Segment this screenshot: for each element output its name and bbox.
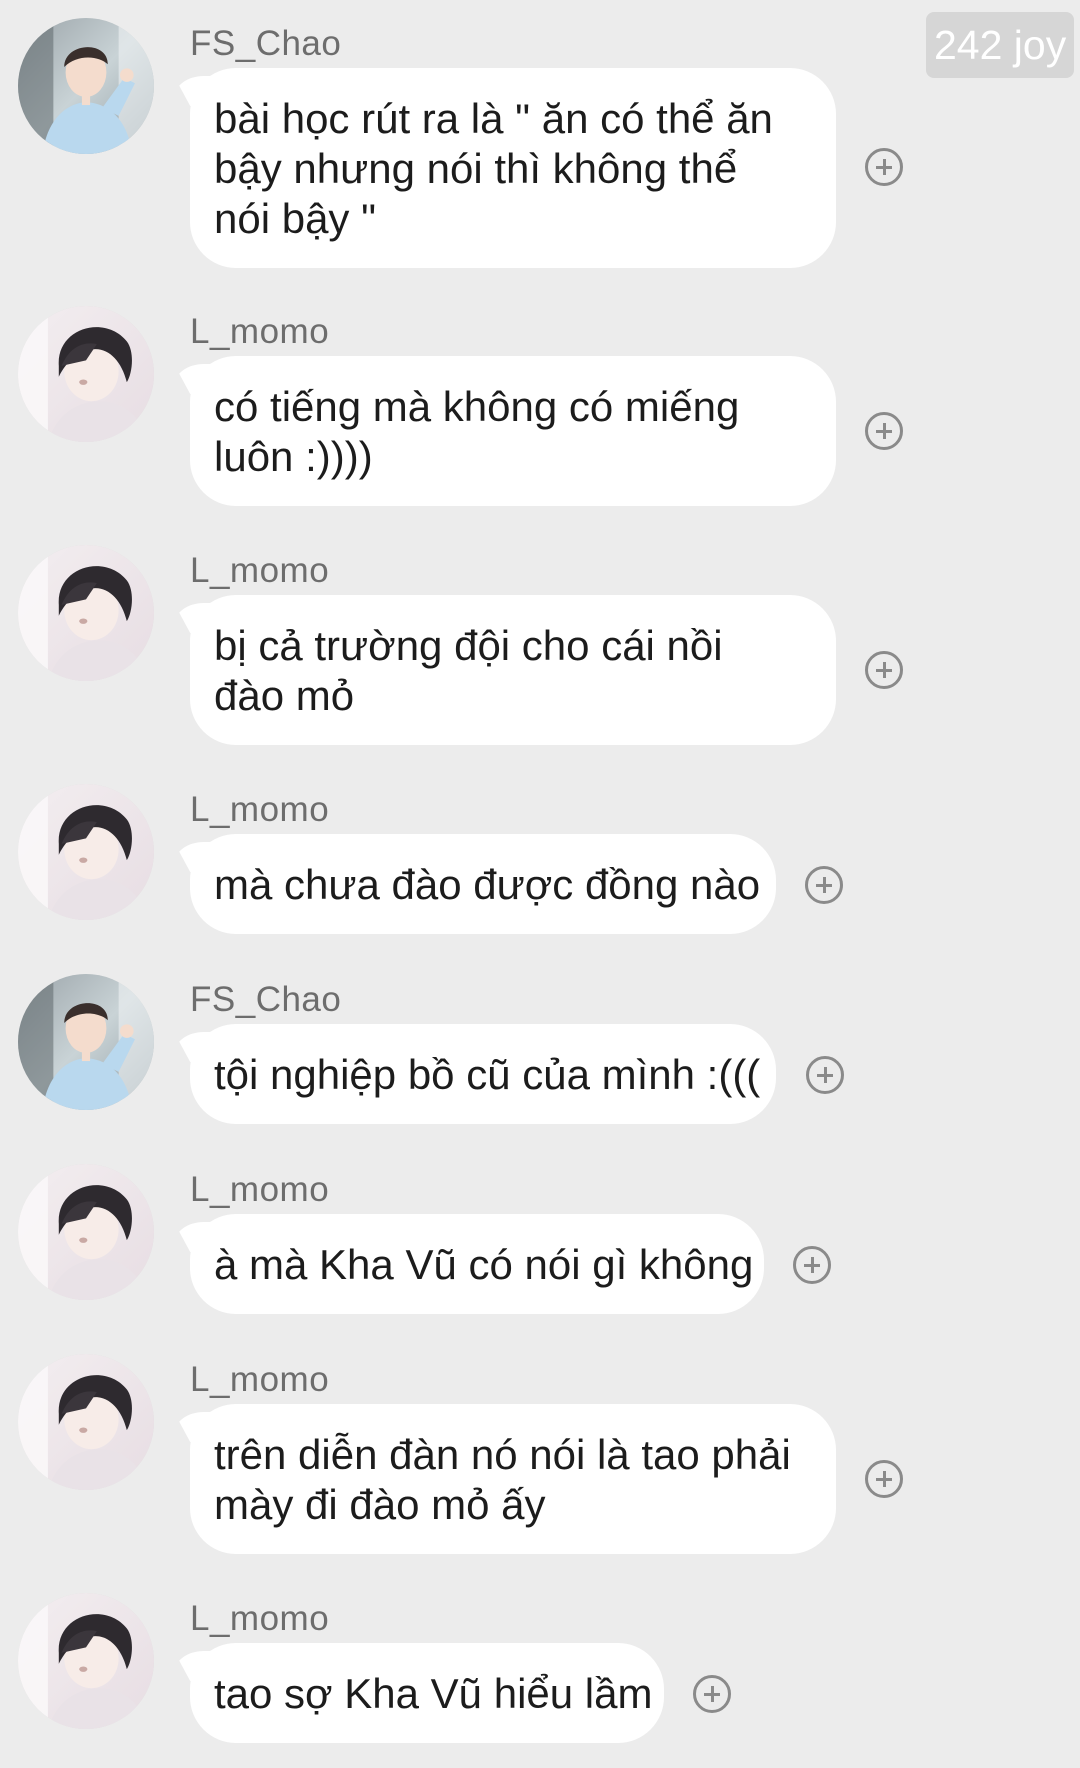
avatar[interactable] bbox=[18, 1593, 154, 1729]
sender-name: L_momo bbox=[190, 1360, 330, 1399]
message-bubble[interactable]: à mà Kha Vũ có nói gì không bbox=[190, 1214, 764, 1314]
sender-name: L_momo bbox=[190, 312, 330, 351]
avatar-l-momo-image bbox=[18, 1164, 154, 1300]
sender-name: L_momo bbox=[190, 790, 330, 829]
plus-circle-icon[interactable] bbox=[865, 148, 903, 186]
avatar[interactable] bbox=[18, 1164, 154, 1300]
avatar[interactable] bbox=[18, 784, 154, 920]
sender-name: L_momo bbox=[190, 1170, 330, 1209]
chat-thread: 242 joy FS_Chao bài học rút ra là " ăn c… bbox=[0, 0, 1080, 1768]
message-bubble[interactable]: tội nghiệp bồ cũ của mình :((( bbox=[190, 1024, 776, 1124]
avatar-l-momo-image bbox=[18, 784, 154, 920]
sender-name: L_momo bbox=[190, 551, 330, 590]
avatar[interactable] bbox=[18, 18, 154, 154]
sender-name: FS_Chao bbox=[190, 24, 342, 63]
message-bubble[interactable]: mà chưa đào được đồng nào bbox=[190, 834, 776, 934]
avatar[interactable] bbox=[18, 306, 154, 442]
plus-circle-icon[interactable] bbox=[865, 1460, 903, 1498]
plus-circle-icon[interactable] bbox=[805, 866, 843, 904]
message-bubble[interactable]: bị cả trường đội cho cái nồi đào mỏ bbox=[190, 595, 836, 745]
plus-circle-icon[interactable] bbox=[865, 412, 903, 450]
watermark-label: 242 joy bbox=[926, 12, 1075, 78]
avatar-l-momo-image bbox=[18, 306, 154, 442]
message-bubble[interactable]: trên diễn đàn nó nói là tao phải mày đi … bbox=[190, 1404, 836, 1554]
sender-name: L_momo bbox=[190, 1599, 330, 1638]
avatar-l-momo-image bbox=[18, 545, 154, 681]
avatar-l-momo-image bbox=[18, 1354, 154, 1490]
message-bubble[interactable]: bài học rút ra là " ăn có thể ăn bậy như… bbox=[190, 68, 836, 268]
avatar-fs-chao-image bbox=[18, 974, 154, 1110]
message-bubble[interactable]: có tiếng mà không có miếng luôn :)))) bbox=[190, 356, 836, 506]
avatar[interactable] bbox=[18, 974, 154, 1110]
avatar-l-momo-image bbox=[18, 1593, 154, 1729]
sender-name: FS_Chao bbox=[190, 980, 342, 1019]
plus-circle-icon[interactable] bbox=[793, 1246, 831, 1284]
avatar-fs-chao-image bbox=[18, 18, 154, 154]
avatar[interactable] bbox=[18, 545, 154, 681]
plus-circle-icon[interactable] bbox=[693, 1675, 731, 1713]
avatar[interactable] bbox=[18, 1354, 154, 1490]
plus-circle-icon[interactable] bbox=[865, 651, 903, 689]
plus-circle-icon[interactable] bbox=[806, 1056, 844, 1094]
message-bubble[interactable]: tao sợ Kha Vũ hiểu lầm bbox=[190, 1643, 664, 1743]
